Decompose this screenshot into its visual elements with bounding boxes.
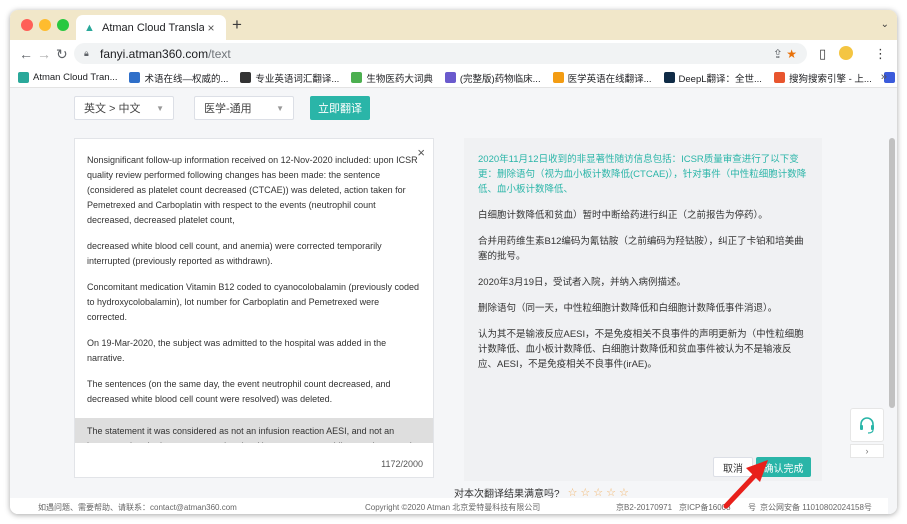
- cancel-button[interactable]: 取消: [713, 457, 753, 477]
- source-paragraph-highlighted: The statement it was considered as not a…: [75, 418, 433, 443]
- headset-icon[interactable]: [850, 408, 884, 442]
- headset-glyph: [860, 417, 874, 434]
- chevron-down-icon: ▼: [156, 103, 164, 113]
- share-icon[interactable]: ⇪: [773, 47, 783, 61]
- zoom-window-button[interactable]: [57, 19, 69, 31]
- close-window-button[interactable]: [21, 19, 33, 31]
- footer-copyright: Copyright ©2020 Atman 北京爱特曼科技有限公司: [365, 503, 541, 512]
- source-paragraph: On 19-Mar-2020, the subject was admitted…: [87, 338, 387, 363]
- source-paragraph: The sentences (on the same day, the even…: [87, 379, 391, 404]
- source-paragraph: decreased white blood cell count, and an…: [87, 241, 382, 266]
- url-host: fanyi.atman360.com: [100, 46, 209, 61]
- target-paragraph-highlighted: 2020年11月12日收到的非显著性随访信息包括：ICSR质量审查进行了以下变更…: [478, 154, 807, 195]
- browser-toolbar: ← → ↻ 🔒︎ fanyi.atman360.com/text ⇪ ★ ▯ ⋮: [10, 40, 897, 68]
- new-tab-button[interactable]: +: [232, 16, 242, 34]
- menu-kebab-icon[interactable]: ⋮: [874, 47, 887, 61]
- share-star-icons[interactable]: ⇪ ★: [773, 47, 797, 61]
- character-counter: 1172/2000: [381, 459, 423, 469]
- bookmark-item[interactable]: 搜狗搜索引擎 - 上...: [773, 71, 872, 85]
- bookmark-label: DeepL翻译：全世...: [678, 73, 762, 85]
- bookmark-favicon-icon: [773, 72, 785, 83]
- bookmark-label: Atman Cloud Tran...: [33, 72, 118, 83]
- bookmark-star-icon[interactable]: ★: [786, 47, 797, 61]
- bookmark-label: (完整版)药物临床...: [459, 73, 541, 85]
- target-paragraph: 合并用药维生素B12编码为氰钴胺（之前编码为羟钴胺），纠正了卡铂和培美曲塞的批号…: [478, 236, 804, 262]
- rating-stars[interactable]: ☆☆☆☆☆: [568, 486, 632, 499]
- bookmark-label: 医学英语在线翻译...: [567, 73, 652, 85]
- bookmarks-more-icon[interactable]: »: [881, 71, 887, 83]
- url-path: /text: [208, 46, 231, 61]
- forward-arrow-icon[interactable]: →: [37, 46, 51, 62]
- browser-window: ▲ Atman Cloud Translation × + ⌄ ← → ↻ 🔒︎…: [10, 10, 897, 514]
- tab-title: Atman Cloud Translation: [102, 21, 204, 34]
- bookmark-item[interactable]: Atman Cloud Tran...: [18, 72, 117, 83]
- tab-close-icon[interactable]: ×: [204, 21, 218, 35]
- source-paragraph: Concomitant medication Vitamin B12 coded…: [87, 282, 420, 322]
- minimize-window-button[interactable]: [39, 19, 51, 31]
- source-text-panel[interactable]: × Nonsignificant follow-up information r…: [74, 138, 434, 478]
- footer-help: 如遇问题、需要帮助、请联系：contact@atman360.com: [38, 503, 237, 512]
- tab-strip: ▲ Atman Cloud Translation × + ⌄: [10, 10, 897, 40]
- lock-icon: 🔒︎: [84, 48, 89, 58]
- bookmark-favicon-icon: [351, 72, 363, 83]
- translation-page: 英文 > 中文 ▼ 医学-通用 ▼ 立即翻译 × Nonsignificant …: [10, 88, 897, 514]
- bookmark-label: 术语在线—权威的...: [144, 73, 229, 85]
- language-pair-select[interactable]: 英文 > 中文 ▼: [74, 96, 174, 120]
- tab-search-chevron-icon[interactable]: ⌄: [881, 19, 889, 30]
- bookmark-favicon-icon: [129, 72, 141, 83]
- target-paragraph: 白细胞计数降低和贫血）暂时中断给药进行纠正（之前报告为停药）。: [478, 210, 768, 221]
- bookmark-favicon-icon: [552, 72, 564, 83]
- target-text-panel[interactable]: 2020年11月12日收到的非显著性随访信息包括：ICSR质量审查进行了以下变更…: [464, 138, 822, 481]
- bookmark-favicon-icon: [18, 72, 29, 83]
- bookmark-favicon-icon: [240, 72, 252, 83]
- target-paragraph: 认为其不是输液反应AESI，不是免疫相关不良事件的声明更新为（中性粒细胞计数降低…: [478, 329, 804, 370]
- footer-police: 京公网安备 11010802024158号: [760, 503, 872, 512]
- bookmark-item[interactable]: DeepL翻译：全世...: [663, 71, 762, 85]
- page-footer: 如遇问题、需要帮助、请联系：contact@atman360.com Copyr…: [10, 498, 888, 514]
- satisfaction-rating: 对本次翻译结果满意吗? ☆☆☆☆☆: [454, 485, 632, 500]
- page-scrollbar-thumb[interactable]: [889, 138, 895, 408]
- back-arrow-icon[interactable]: ←: [19, 46, 33, 62]
- bookmark-item[interactable]: 术语在线—权威的...: [129, 71, 228, 85]
- bookmark-label: 生物医药大词典: [366, 73, 433, 85]
- footer-icp2-tail: 号: [748, 503, 756, 512]
- tab-atman[interactable]: ▲ Atman Cloud Translation ×: [76, 15, 226, 40]
- bookmark-item[interactable]: 专业英语词汇翻译...: [240, 71, 339, 85]
- bookmark-item[interactable]: (完整版)药物临床...: [444, 71, 541, 85]
- bookmark-item[interactable]: 医学英语在线翻译...: [552, 71, 652, 85]
- footer-icp2: 京ICP备16008: [679, 503, 731, 512]
- bookmarks-bar: Atman Cloud Tran... 术语在线—权威的... 专业英语词汇翻译..…: [10, 68, 897, 88]
- domain-value: 医学-通用: [204, 103, 252, 115]
- atman-logo-icon: ▲: [84, 21, 95, 34]
- sidebar-icon[interactable]: ▯: [819, 47, 826, 61]
- confirm-complete-button[interactable]: 确认完成: [756, 457, 811, 477]
- target-paragraph: 删除语句（同一天，中性粒细胞计数降低和白细胞计数降低事件消退）。: [478, 303, 778, 314]
- profile-avatar[interactable]: [839, 46, 853, 60]
- footer-icp: 京B2-20170971: [616, 503, 673, 512]
- translate-now-button[interactable]: 立即翻译: [310, 96, 370, 120]
- rating-question: 对本次翻译结果满意吗?: [454, 488, 560, 500]
- bookmark-label: 搜狗搜索引擎 - 上...: [788, 73, 872, 85]
- bookmark-label: 专业英语词汇翻译...: [255, 73, 340, 85]
- reload-icon[interactable]: ↻: [56, 46, 68, 62]
- chevron-right-icon[interactable]: ›: [850, 444, 884, 458]
- chevron-down-icon: ▼: [276, 103, 284, 113]
- bookmark-favicon-icon: [663, 72, 675, 83]
- address-bar[interactable]: 🔒︎ fanyi.atman360.com/text ⇪ ★: [74, 43, 807, 64]
- bookmark-item[interactable]: 生物医药大词典: [351, 71, 433, 85]
- source-text-area[interactable]: Nonsignificant follow-up information rec…: [75, 153, 433, 443]
- target-paragraph: 2020年3月19日，受试者入院，并纳入病例描述。: [478, 277, 686, 288]
- domain-select[interactable]: 医学-通用 ▼: [194, 96, 294, 120]
- source-paragraph: Nonsignificant follow-up information rec…: [87, 155, 418, 225]
- bookmark-favicon-icon: [444, 72, 456, 83]
- language-pair-value: 英文 > 中文: [84, 103, 141, 115]
